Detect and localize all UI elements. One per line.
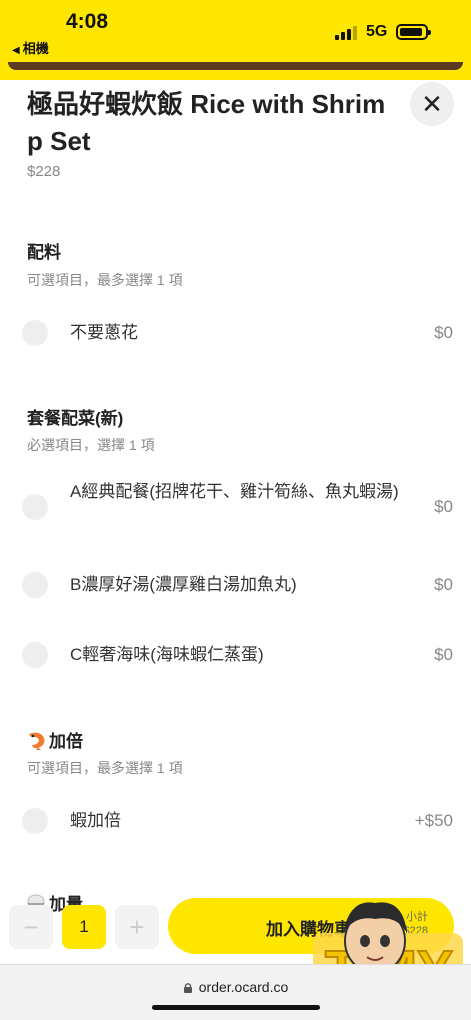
section-subtitle-toppings: 可選項目，最多選擇 1 項 xyxy=(27,272,183,288)
shrimp-icon xyxy=(29,732,45,750)
plus-icon: + xyxy=(129,911,145,942)
option-b-rich-soup[interactable]: B濃厚好湯(濃厚雞白湯加魚丸) $0 xyxy=(0,562,471,608)
battery-icon xyxy=(396,24,431,40)
option-label: B濃厚好湯(濃厚雞白湯加魚丸) xyxy=(70,575,297,594)
status-time: 4:08 xyxy=(66,10,109,33)
product-photo-edge xyxy=(0,62,471,80)
radio-button[interactable] xyxy=(22,320,48,346)
option-label: 不要蔥花 xyxy=(70,323,138,342)
close-icon: ✕ xyxy=(421,88,443,119)
url-display[interactable]: order.ocard.co xyxy=(0,979,471,995)
section-title-text: 加倍 xyxy=(49,732,83,751)
section-subtitle-side-dishes: 必選項目，選擇 1 項 xyxy=(27,437,155,453)
quantity-decrease-button[interactable]: − xyxy=(9,905,53,949)
option-price: $0 xyxy=(434,323,453,342)
network-type: 5G xyxy=(366,23,388,40)
option-a-classic[interactable]: A經典配餐(招牌花干、雞汁筍絲、魚丸蝦湯) $0 xyxy=(0,476,471,538)
browser-address-bar[interactable]: order.ocard.co xyxy=(0,964,471,1020)
radio-button[interactable] xyxy=(22,572,48,598)
section-subtitle-double: 可選項目，最多選擇 1 項 xyxy=(27,760,183,776)
radio-button[interactable] xyxy=(22,808,48,834)
option-label: A經典配餐(招牌花干、雞汁筍絲、魚丸蝦湯) xyxy=(70,482,399,501)
option-price: $0 xyxy=(434,497,453,516)
option-double-shrimp[interactable]: 蝦加倍 +$50 xyxy=(0,798,471,844)
option-price: $0 xyxy=(434,645,453,664)
quantity-value: 1 xyxy=(62,905,106,949)
signal-icon xyxy=(335,26,359,40)
option-price: $0 xyxy=(434,575,453,594)
back-to-camera-link[interactable]: ◀ 相機 xyxy=(12,38,49,57)
lock-icon xyxy=(183,983,192,993)
product-price: $228 xyxy=(27,163,61,180)
option-price: +$50 xyxy=(414,811,453,830)
home-indicator[interactable] xyxy=(152,1005,320,1010)
url-text: order.ocard.co xyxy=(198,979,289,995)
option-label: C輕奢海味(海味蝦仁蒸蛋) xyxy=(70,645,264,664)
section-title-toppings: 配料 xyxy=(27,243,61,262)
option-label: 蝦加倍 xyxy=(70,811,121,830)
option-no-scallion[interactable]: 不要蔥花 $0 xyxy=(0,310,471,356)
radio-button[interactable] xyxy=(22,494,48,520)
radio-button[interactable] xyxy=(22,642,48,668)
back-label: 相機 xyxy=(22,41,49,56)
section-title-side-dishes: 套餐配菜(新) xyxy=(27,409,124,428)
quantity-increase-button[interactable]: + xyxy=(115,905,159,949)
status-bar: 4:08 ◀ 相機 5G xyxy=(0,0,471,62)
back-arrow-icon: ◀ xyxy=(12,45,20,56)
close-button[interactable]: ✕ xyxy=(410,82,454,126)
product-title: 極品好蝦炊飯 Rice with Shrimp Set xyxy=(27,89,386,156)
option-c-seafood[interactable]: C輕奢海味(海味蝦仁蒸蛋) $0 xyxy=(0,632,471,678)
minus-icon: − xyxy=(23,911,39,942)
section-title-double: 加倍 xyxy=(25,727,83,752)
